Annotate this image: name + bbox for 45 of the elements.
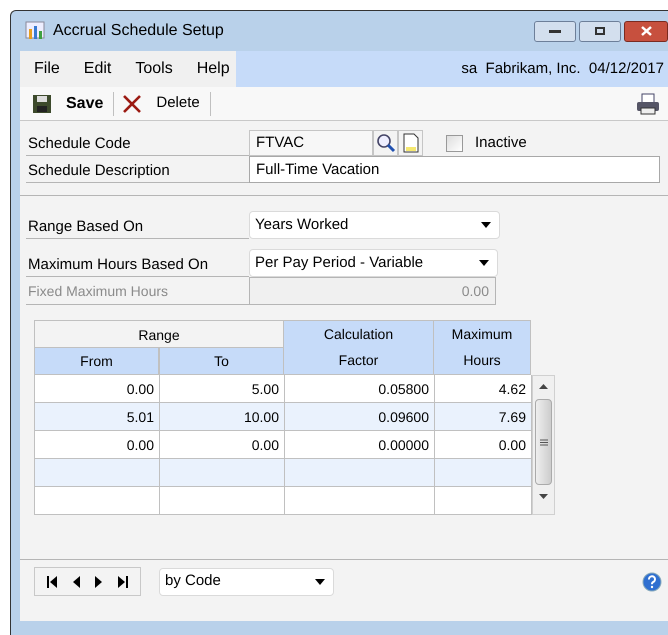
- window-title: Accrual Schedule Setup: [53, 21, 224, 41]
- schedule-code-field[interactable]: FTVAC: [249, 130, 373, 156]
- scrollbar[interactable]: [532, 375, 555, 515]
- scroll-up-icon: [539, 384, 548, 389]
- page-icon: [402, 133, 418, 153]
- menu-item[interactable]: Help: [196, 57, 230, 81]
- menu-item[interactable]: File: [34, 57, 60, 81]
- printer-icon[interactable]: [636, 92, 660, 114]
- x-icon: [122, 94, 142, 112]
- dropdown[interactable]: Years Worked: [249, 211, 500, 239]
- close-icon: [640, 26, 652, 36]
- column-header[interactable]: Calculation Factor: [284, 320, 434, 375]
- first-record-icon[interactable]: [46, 576, 57, 588]
- dropdown-arrow-icon: [479, 260, 489, 266]
- close-button[interactable]: [624, 20, 668, 42]
- menu-item[interactable]: Edit: [84, 57, 112, 81]
- delete-button[interactable]: Delete: [118, 92, 210, 115]
- save-button[interactable]: Save: [28, 92, 114, 116]
- field-label: Range Based On: [26, 211, 249, 239]
- new-button[interactable]: [398, 130, 423, 156]
- column-header[interactable]: To: [159, 348, 284, 375]
- grip-icon: [540, 438, 548, 446]
- app-icon: [25, 21, 47, 41]
- scroll-thumb[interactable]: [535, 399, 552, 485]
- description-field[interactable]: Full-Time Vacation: [249, 156, 660, 183]
- scroll-down-icon: [539, 494, 548, 499]
- column-header[interactable]: From: [34, 348, 159, 375]
- column-header: Range: [34, 320, 284, 348]
- maximize-button[interactable]: [579, 20, 621, 42]
- menu-item[interactable]: Tools: [135, 57, 173, 81]
- minimize-button[interactable]: [534, 20, 576, 42]
- dropdown[interactable]: Per Pay Period - Variable: [249, 249, 498, 277]
- last-record-icon[interactable]: [118, 576, 128, 588]
- column-header[interactable]: Maximum Hours: [434, 320, 531, 375]
- dropdown[interactable]: by Code: [159, 568, 334, 596]
- field-label: Maximum Hours Based On: [26, 249, 249, 277]
- dropdown-arrow-icon: [481, 222, 491, 228]
- next-record-icon[interactable]: [95, 576, 102, 588]
- previous-record-icon[interactable]: [72, 576, 80, 588]
- help-icon[interactable]: [642, 572, 662, 592]
- user-company-date: sa Fabrikam, Inc. 04/12/2017: [461, 58, 664, 79]
- checkbox-label: Inactive: [475, 132, 527, 153]
- lookup-button[interactable]: [373, 130, 398, 156]
- magnifier-icon: [376, 133, 396, 153]
- dropdown-arrow-icon: [315, 578, 325, 584]
